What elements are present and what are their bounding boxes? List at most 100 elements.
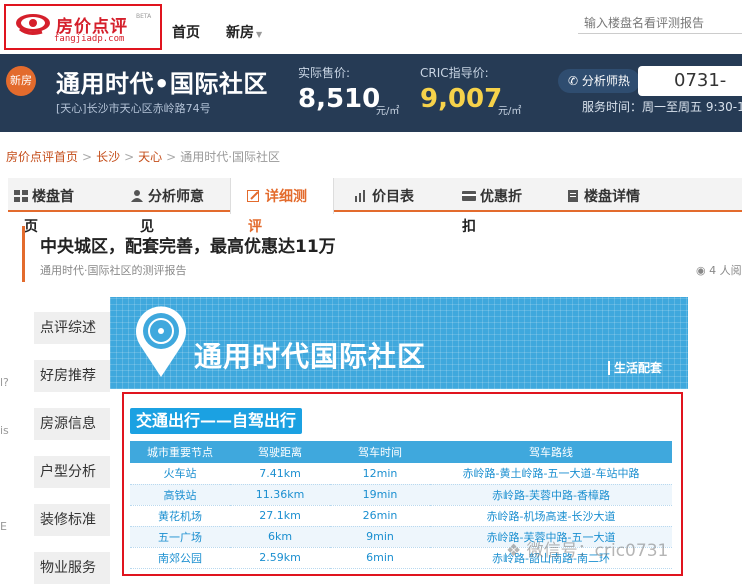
article-headline: 中央城区，配套完善，最高优惠达11万 (40, 237, 336, 257)
reader-count-label: 4 人阅 (709, 264, 742, 277)
column-header: 驾车路线 (430, 441, 672, 463)
headline-accent-bar (22, 226, 25, 282)
table-cell: 黄花机场 (130, 505, 230, 527)
card-title: 通用时代国际社区 (194, 340, 427, 373)
tab-analyst-opinion[interactable]: 分析师意 (130, 178, 204, 212)
wechat-icon: ❖ (506, 541, 522, 561)
tab-label: 详细测 (265, 189, 307, 205)
actual-price-unit: 元/㎡ (376, 106, 400, 117)
side-glyph: l? (0, 376, 9, 389)
tab-label: 楼盘详情 (584, 189, 640, 205)
reader-count: ◉ 4 人阅 (696, 262, 742, 278)
grid-icon (14, 190, 28, 202)
menu-decoration[interactable]: 装修标准 (34, 504, 110, 536)
map-pin-icon (136, 306, 186, 377)
user-icon (131, 190, 143, 202)
menu-property-service[interactable]: 物业服务 (34, 552, 110, 584)
breadcrumb-separator: > (82, 150, 93, 164)
breadcrumb-separator: > (124, 150, 135, 164)
menu-review-summary[interactable]: 点评综述 (34, 312, 110, 344)
cric-price-unit: 元/㎡ (498, 106, 522, 117)
table-cell: 6min (330, 547, 430, 569)
tab-label: 分析师意 (148, 189, 204, 205)
life-amenities-tag: 生活配套 (608, 361, 662, 375)
tab-project-home[interactable]: 楼盘首 (14, 178, 74, 212)
menu-floorplan[interactable]: 户型分析 (34, 456, 110, 488)
site-logo[interactable]: 房价点评 BETA fangjiadp.com (4, 4, 162, 50)
project-title: 通用时代•国际社区 (56, 70, 268, 98)
breadcrumb-home[interactable]: 房价点评首页 (6, 150, 78, 164)
chevron-down-icon: ▼ (256, 30, 263, 39)
nav-home[interactable]: 首页 (172, 22, 200, 42)
tab-project-details[interactable]: 楼盘详情 (566, 178, 640, 212)
project-address: [天心]长沙市天心区赤岭路74号 (56, 102, 211, 115)
article-subtitle: 通用时代·国际社区的测评报告 (40, 264, 187, 277)
breadcrumb: 房价点评首页 > 长沙 > 天心 > 通用时代·国际社区 (6, 148, 280, 165)
table-cell: 12min (330, 463, 430, 485)
edit-icon (247, 190, 259, 202)
table-row: 高铁站 11.36km 19min 赤岭路-芙蓉中路-香樟路 (130, 484, 672, 506)
tab-label: 楼盘首 (32, 189, 74, 205)
cric-price: 9,007 (420, 84, 503, 114)
table-row: 黄花机场 27.1km 26min 赤岭路-机场高速-长沙大道 (130, 505, 672, 527)
cric-price-label: CRIC指导价: (420, 66, 489, 80)
menu-listing-info[interactable]: 房源信息 (34, 408, 110, 440)
table-cell: 7.41km (230, 463, 330, 485)
breadcrumb-separator: > (166, 150, 177, 164)
table-cell: 19min (330, 484, 430, 506)
table-cell: 赤岭路-机场高速-长沙大道 (430, 505, 672, 527)
service-time: 服务时间：周一至周五 9:30-17 (582, 100, 742, 114)
tab-label-wrap: 扣 (462, 219, 476, 235)
watermark-text: 微信号：cric0731 (526, 541, 669, 561)
card-header: 通用时代国际社区 生活配套 (110, 297, 688, 389)
breadcrumb-district[interactable]: 天心 (138, 150, 162, 164)
search-box (578, 12, 742, 34)
side-glyph: is (0, 424, 9, 437)
table-cell: 26min (330, 505, 430, 527)
breadcrumb-city[interactable]: 长沙 (96, 150, 120, 164)
logo-url: fangjiadp.com (54, 34, 125, 44)
table-cell: 9min (330, 526, 430, 548)
project-header: 新房 通用时代•国际社区 [天心]长沙市天心区赤岭路74号 实际售价: 8,51… (0, 54, 742, 132)
actual-price: 8,510 (298, 84, 381, 114)
eye-icon: ◉ (696, 264, 706, 277)
analyst-hotline-label: 分析师热 (581, 74, 630, 88)
table-cell: 2.59km (230, 547, 330, 569)
table-cell: 五一广场 (130, 526, 230, 548)
tab-detailed-review[interactable]: 详细测 (230, 178, 334, 214)
phone-icon: ✆ (568, 74, 579, 88)
table-cell: 赤岭路-黄土岭路-五一大道-车站中路 (430, 463, 672, 485)
actual-price-label: 实际售价: (298, 66, 351, 80)
top-nav: 房价点评 BETA fangjiadp.com 首页 新房 ▼ (0, 0, 742, 54)
table-cell: 27.1km (230, 505, 330, 527)
document-icon (568, 190, 578, 202)
tab-price-list[interactable]: 价目表 (354, 178, 414, 212)
search-input[interactable] (578, 13, 738, 33)
column-header: 驾驶距离 (230, 441, 330, 463)
table-header-row: 城市重要节点 驾驶距离 驾车时间 驾车路线 (130, 441, 672, 463)
side-glyph: E (0, 520, 7, 533)
column-header: 城市重要节点 (130, 441, 230, 463)
new-house-badge: 新房 (6, 66, 36, 96)
nav-new-homes-label: 新房 (226, 25, 254, 41)
tab-label-wrap: 页 (24, 219, 38, 235)
logo-beta: BETA (136, 13, 152, 20)
card-icon (462, 191, 476, 201)
wechat-watermark: ❖ 微信号：cric0731 (506, 536, 668, 561)
analyst-hotline-button[interactable]: ✆ 分析师热 (558, 69, 640, 93)
menu-recommended[interactable]: 好房推荐 (34, 360, 110, 392)
table-cell: 火车站 (130, 463, 230, 485)
route-section-title: 交通出行——自驾出行 (130, 408, 303, 434)
table-row: 火车站 7.41km 12min 赤岭路-黄土岭路-五一大道-车站中路 (130, 463, 672, 485)
table-cell: 南郊公园 (130, 547, 230, 569)
breadcrumb-current: 通用时代·国际社区 (180, 150, 281, 164)
tab-discounts[interactable]: 优惠折 (462, 178, 522, 212)
table-cell: 赤岭路-芙蓉中路-香樟路 (430, 484, 672, 506)
detail-tabs: 楼盘首 分析师意 详细测 价目表 优惠折 楼盘详情 (8, 178, 742, 214)
column-header: 驾车时间 (330, 441, 430, 463)
tab-label: 优惠折 (480, 189, 522, 205)
nav-new-homes[interactable]: 新房 ▼ (226, 22, 262, 42)
table-cell: 6km (230, 526, 330, 548)
table-cell: 11.36km (230, 484, 330, 506)
logo-eye-icon (16, 14, 50, 35)
